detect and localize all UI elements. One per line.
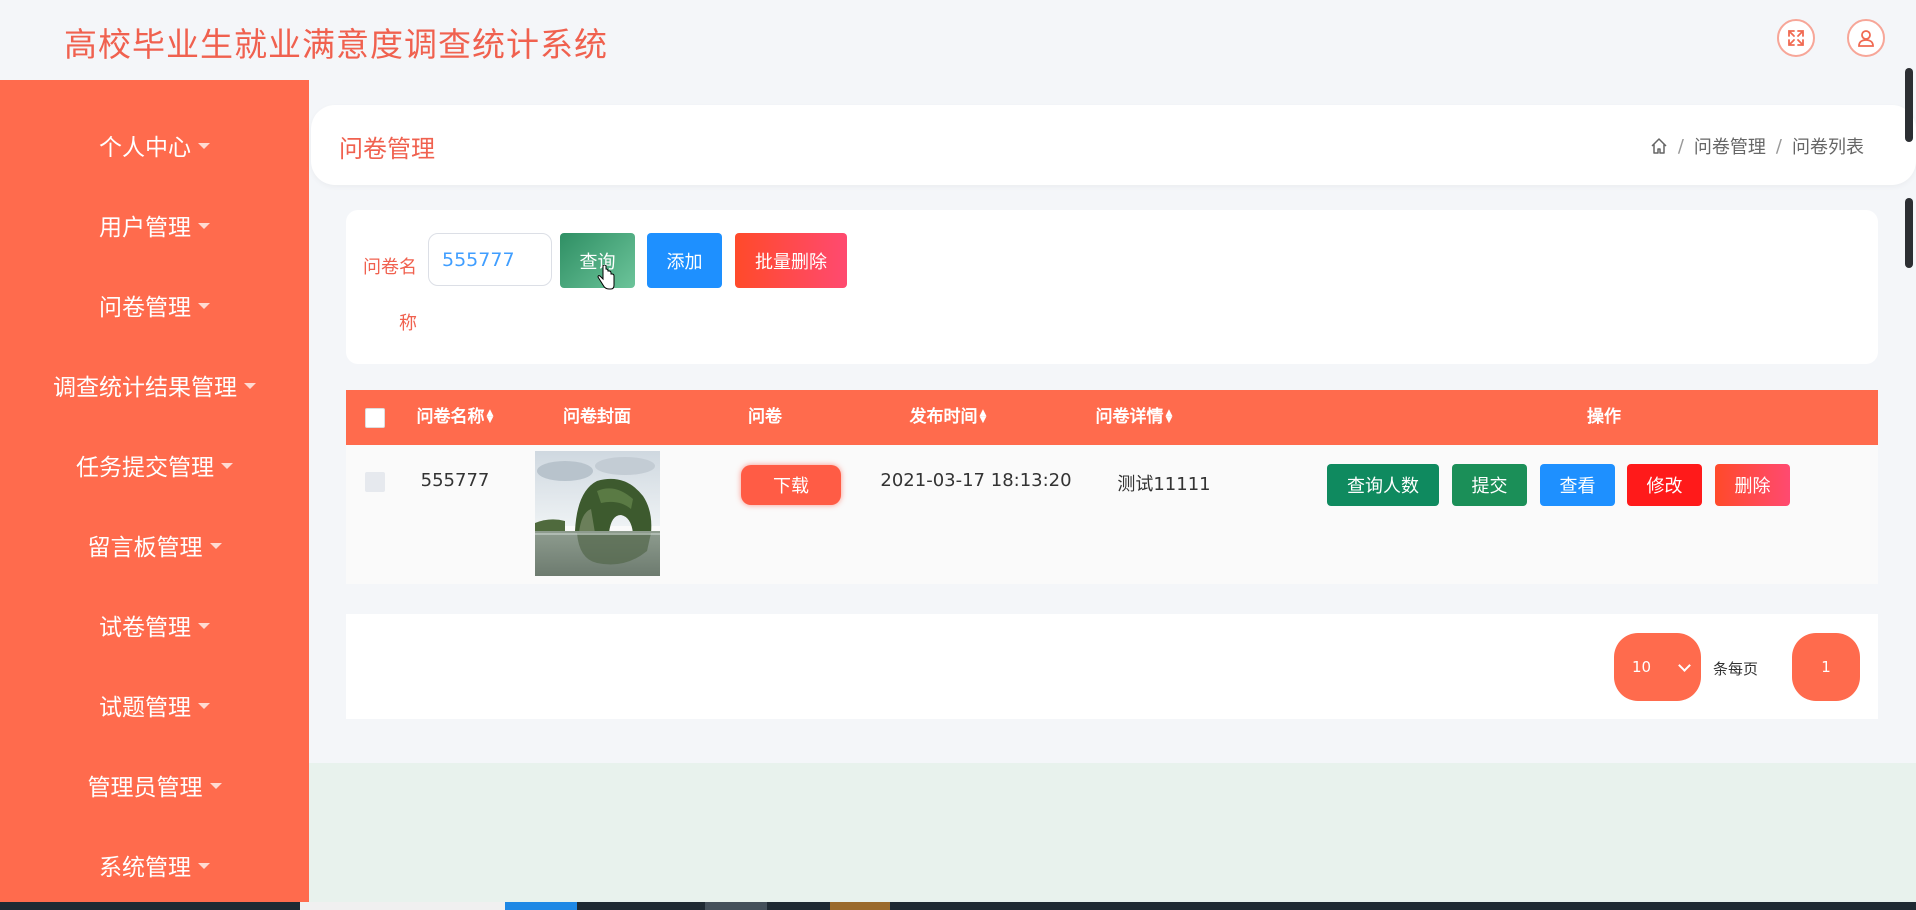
table-header: 问卷名称 ▲ ▼ 问卷封面 问卷 发布时间 ▲ ▼ 问卷详情 ▲ ▼ 操作: [346, 390, 1878, 445]
sidebar-item-task-submission[interactable]: 任务提交管理: [0, 440, 309, 490]
column-header-publish-time[interactable]: 发布时间 ▲ ▼: [878, 390, 1018, 445]
per-page-label: 条每页: [1713, 660, 1759, 678]
breadcrumb: / 问卷管理 / 问卷列表: [1650, 133, 1864, 159]
caret-down-icon: [221, 463, 233, 469]
column-header-label: 问卷名称: [416, 407, 485, 427]
sidebar-item-label: 管理员管理: [87, 775, 203, 801]
caret-down-icon: [244, 383, 256, 389]
questionnaire-table: 问卷名称 ▲ ▼ 问卷封面 问卷 发布时间 ▲ ▼ 问卷详情 ▲ ▼ 操作 555777: [346, 390, 1878, 584]
scrollbar-thumb[interactable]: [1905, 68, 1913, 142]
select-all-checkbox[interactable]: [365, 408, 385, 428]
sort-icon: ▲ ▼: [1165, 408, 1173, 425]
sort-icon: ▲ ▼: [979, 408, 987, 425]
scrollbar-track-segment: [1905, 198, 1913, 268]
submit-button[interactable]: 提交: [1452, 464, 1527, 506]
home-icon[interactable]: [1650, 137, 1668, 155]
page-header: 问卷管理 / 问卷管理 / 问卷列表: [311, 105, 1916, 185]
breadcrumb-separator: /: [1775, 135, 1782, 157]
column-header-cover: 问卷封面: [563, 407, 631, 427]
search-panel: 问卷名称 查询 添加 批量删除: [346, 210, 1878, 364]
sidebar-item-label: 问卷管理: [99, 295, 191, 321]
sidebar-item-label: 调查统计结果管理: [53, 375, 237, 401]
taskbar-item[interactable]: [505, 902, 577, 910]
fullscreen-icon: [1788, 30, 1804, 46]
sidebar-item-message-board[interactable]: 留言板管理: [0, 520, 309, 570]
user-icon: [1858, 30, 1874, 47]
pagination: 10 条每页 1: [346, 614, 1878, 719]
page-size-value: 10: [1632, 658, 1652, 676]
taskbar-item[interactable]: [300, 902, 505, 910]
sidebar-item-questionnaire-management[interactable]: 问卷管理: [0, 280, 309, 330]
query-count-button[interactable]: 查询人数: [1327, 464, 1439, 506]
sidebar-item-label: 任务提交管理: [76, 455, 214, 481]
cell-publish-time: 2021-03-17 18:13:20: [880, 470, 1072, 491]
sidebar-item-question-bank[interactable]: 试题管理: [0, 680, 309, 730]
taskbar-item[interactable]: [830, 902, 890, 910]
caret-down-icon: [198, 623, 210, 629]
row-checkbox[interactable]: [365, 472, 385, 492]
taskbar: [0, 902, 1916, 910]
add-button[interactable]: 添加: [647, 233, 722, 288]
cell-detail: 测试11111: [1117, 474, 1211, 495]
cover-landscape-image: [535, 451, 660, 576]
breadcrumb-item-questionnaire-management[interactable]: 问卷管理: [1694, 133, 1766, 159]
column-header-questionnaire: 问卷: [748, 407, 782, 427]
sidebar: 个人中心 用户管理 问卷管理 调查统计结果管理 任务提交管理 留言板管理 试卷管…: [0, 80, 309, 902]
caret-down-icon: [209, 543, 222, 549]
sidebar-item-system-management[interactable]: 系统管理: [0, 840, 309, 890]
breadcrumb-separator: /: [1677, 135, 1684, 157]
sidebar-item-label: 个人中心: [99, 135, 191, 161]
fullscreen-button[interactable]: [1777, 19, 1815, 57]
view-button[interactable]: 查看: [1540, 464, 1615, 506]
sidebar-item-user-management[interactable]: 用户管理: [0, 200, 309, 250]
sidebar-item-label: 试卷管理: [99, 615, 191, 641]
download-button[interactable]: 下载: [741, 465, 841, 505]
sidebar-item-label: 系统管理: [99, 855, 191, 881]
sidebar-item-label: 试题管理: [99, 695, 191, 721]
page-title: 问卷管理: [339, 135, 435, 163]
page-number-button[interactable]: 1: [1792, 633, 1860, 701]
column-header-actions: 操作: [1587, 407, 1621, 427]
sidebar-item-admin-management[interactable]: 管理员管理: [0, 760, 309, 810]
sidebar-item-survey-results[interactable]: 调查统计结果管理: [0, 360, 309, 410]
app-title: 高校毕业生就业满意度调查统计系统: [64, 25, 608, 64]
caret-down-icon: [198, 863, 210, 869]
mouse-pointer-icon: [597, 265, 615, 290]
cell-name: 555777: [420, 470, 490, 491]
questionnaire-name-input[interactable]: [428, 233, 552, 286]
column-header-label: 问卷详情: [1095, 407, 1164, 427]
batch-delete-button[interactable]: 批量删除: [735, 233, 847, 288]
scrollbar[interactable]: [1904, 68, 1914, 268]
chevron-down-icon: [1678, 659, 1691, 672]
sidebar-item-personal-center[interactable]: 个人中心: [0, 120, 309, 170]
taskbar-item[interactable]: [705, 902, 767, 910]
breadcrumb-item-questionnaire-list: 问卷列表: [1792, 137, 1864, 158]
page-size-select[interactable]: 10: [1614, 633, 1701, 701]
column-header-name[interactable]: 问卷名称 ▲ ▼: [402, 390, 508, 445]
delete-button[interactable]: 删除: [1715, 464, 1790, 506]
sidebar-item-exam-paper[interactable]: 试卷管理: [0, 600, 309, 650]
search-label: 问卷名称: [363, 257, 417, 334]
top-bar: 高校毕业生就业满意度调查统计系统: [0, 0, 1916, 80]
column-header-label: 发布时间: [909, 407, 978, 427]
caret-down-icon: [198, 223, 210, 229]
edit-button[interactable]: 修改: [1627, 464, 1702, 506]
caret-down-icon: [198, 303, 210, 309]
sidebar-item-label: 用户管理: [99, 215, 191, 241]
user-menu-button[interactable]: [1847, 19, 1885, 57]
cover-image[interactable]: [535, 451, 660, 576]
caret-down-icon: [198, 143, 210, 149]
caret-down-icon: [198, 703, 210, 709]
sidebar-item-label: 留言板管理: [87, 535, 203, 561]
column-header-detail[interactable]: 问卷详情 ▲ ▼: [1064, 390, 1204, 445]
caret-down-icon: [209, 783, 222, 789]
sort-icon: ▲ ▼: [486, 408, 494, 425]
